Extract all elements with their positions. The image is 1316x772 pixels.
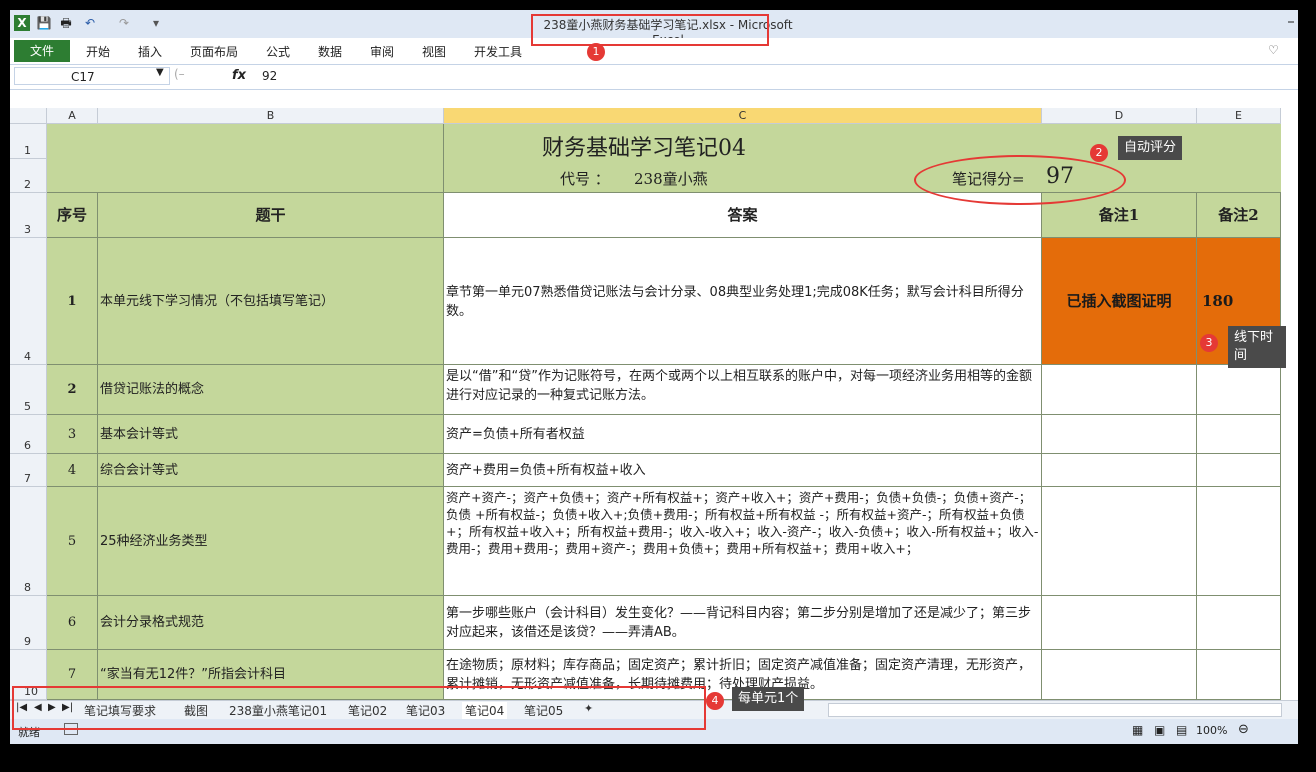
cell-question[interactable]: 基本会计等式 [98, 415, 444, 454]
cell-answer[interactable]: 是以“借”和“贷”作为记账符号，在两个或两个以上相互联系的账户中，对每一项经济业… [444, 365, 1042, 415]
cell-note1[interactable] [1042, 415, 1197, 454]
save-icon[interactable]: 💾 [36, 15, 52, 31]
row-header-1[interactable]: 1 [10, 124, 47, 159]
cell-answer[interactable]: 第一步哪些账户（会计科目）发生变化？——背记科目内容；第二步分别是增加了还是减少… [444, 596, 1042, 650]
row-header-9[interactable]: 9 [10, 596, 47, 650]
cell-question[interactable]: 本单元线下学习情况（不包括填写笔记） [98, 238, 444, 365]
tab-data[interactable]: 数据 [318, 43, 342, 60]
tab-insert[interactable]: 插入 [138, 43, 162, 60]
zoom-level[interactable]: 100% [1196, 724, 1227, 737]
cell-answer[interactable]: 资产=负债+所有者权益 [444, 415, 1042, 454]
row-header-6[interactable]: 6 [10, 415, 47, 454]
print-preview-icon[interactable]: 🖶 [58, 15, 74, 31]
annotation-badge-4: 4 [706, 692, 724, 710]
zoom-out-icon[interactable]: ⊖ [1238, 722, 1249, 737]
excel-logo-icon: X [14, 15, 30, 31]
function-cancel-icon[interactable]: (– [174, 67, 185, 81]
cell-note2[interactable] [1197, 454, 1281, 487]
name-box-dropdown-icon[interactable]: ▼ [156, 67, 164, 78]
tab-developer[interactable]: 开发工具 [474, 43, 522, 60]
tab-home[interactable]: 开始 [86, 43, 110, 60]
select-all-corner[interactable] [10, 108, 47, 124]
annotation-box-sheet-tabs [12, 686, 706, 730]
cell-note1[interactable] [1042, 650, 1197, 700]
cell-note1[interactable] [1042, 487, 1197, 596]
cell-no[interactable]: 6 [47, 596, 98, 650]
cell-note1[interactable] [1042, 365, 1197, 415]
cell-question[interactable]: 借贷记账法的概念 [98, 365, 444, 415]
annotation-tip-per-unit: 每单元1个 [732, 687, 805, 711]
formula-input[interactable]: 92 [262, 69, 277, 83]
code-value: 238童小燕 [634, 170, 708, 188]
tab-file[interactable]: 文件 [14, 40, 70, 62]
tab-page-layout[interactable]: 页面布局 [190, 43, 238, 60]
cell-answer[interactable]: 资产+资产-；资产+负债+；资产+所有权益+；资产+收入+；资产+费用-；负债+… [444, 487, 1042, 596]
column-header-d[interactable]: D [1042, 108, 1197, 124]
cell-no[interactable]: 2 [47, 365, 98, 415]
cell-a1-b2[interactable] [47, 124, 444, 193]
header-cell-question[interactable]: 题干 [98, 193, 444, 238]
row-header-5[interactable]: 5 [10, 365, 47, 415]
insert-function-icon[interactable]: fx [232, 68, 246, 83]
annotation-badge-3: 3 [1200, 334, 1218, 352]
cell-note2[interactable] [1197, 365, 1281, 415]
cell-answer[interactable]: 章节第一单元07熟悉借贷记账法与会计分录、08典型业务处理1;完成08K任务；默… [444, 238, 1042, 365]
page-layout-view-icon[interactable]: ▣ [1154, 723, 1165, 737]
annotation-badge-2: 2 [1090, 144, 1108, 162]
header-cell-note2[interactable]: 备注2 [1197, 193, 1281, 238]
minimize-button[interactable]: ⎯ [1288, 14, 1294, 29]
annotation-badge-1: 1 [587, 43, 605, 61]
cell-note2[interactable] [1197, 650, 1281, 700]
cell-note2[interactable] [1197, 415, 1281, 454]
cell-note2[interactable] [1197, 596, 1281, 650]
cell-answer[interactable]: 资产+费用=负债+所有权益+收入 [444, 454, 1042, 487]
excel-window: X 💾 🖶 ↶ ↷ ▾ 238童小燕财务基础学习笔记.xlsx - Micros… [10, 10, 1298, 744]
row-header-2[interactable]: 2 [10, 159, 47, 193]
cell-note1[interactable] [1042, 596, 1197, 650]
header-cell-no[interactable]: 序号 [47, 193, 98, 238]
cell-question[interactable]: 会计分录格式规范 [98, 596, 444, 650]
code-label: 代号 ： [560, 170, 610, 188]
cell-note1[interactable]: 已插入截图证明 [1042, 238, 1197, 365]
page-break-view-icon[interactable]: ▤ [1176, 723, 1187, 737]
annotation-tip-offline-time: 线下时间 [1228, 326, 1286, 368]
cell-no[interactable]: 1 [47, 238, 98, 365]
customize-toolbar-icon[interactable]: ▾ [148, 15, 164, 31]
row-header-7[interactable]: 7 [10, 454, 47, 487]
formula-bar: C17 ▼ (– fx 92 [10, 65, 1298, 90]
cell-note2[interactable] [1197, 487, 1281, 596]
row-header-8[interactable]: 8 [10, 487, 47, 596]
header-cell-answer[interactable]: 答案 [444, 193, 1042, 238]
cell-question[interactable]: 25种经济业务类型 [98, 487, 444, 596]
cell-no[interactable]: 5 [47, 487, 98, 596]
tab-view[interactable]: 视图 [422, 43, 446, 60]
row-header-4[interactable]: 4 [10, 238, 47, 365]
annotation-tip-auto-score: 自动评分 [1118, 136, 1183, 160]
horizontal-scrollbar[interactable] [828, 703, 1282, 717]
annotation-box-title [531, 14, 769, 46]
tab-review[interactable]: 审阅 [370, 43, 394, 60]
normal-view-icon[interactable]: ▦ [1132, 723, 1143, 737]
undo-icon[interactable]: ↶ [82, 15, 98, 31]
cell-no[interactable]: 4 [47, 454, 98, 487]
redo-icon[interactable]: ↷ [116, 15, 132, 31]
column-header-c[interactable]: C [444, 108, 1042, 124]
row-header-3[interactable]: 3 [10, 193, 47, 238]
cell-no[interactable]: 3 [47, 415, 98, 454]
sheet-title: 财务基础学习笔记04 [542, 136, 746, 161]
annotation-ellipse-score [914, 155, 1126, 205]
name-box[interactable]: C17 [14, 67, 170, 85]
tab-formulas[interactable]: 公式 [266, 43, 290, 60]
cell-question[interactable]: 综合会计等式 [98, 454, 444, 487]
cell-note1[interactable] [1042, 454, 1197, 487]
ribbon-minimize-icon[interactable]: ♡ [1268, 43, 1279, 57]
column-header-b[interactable]: B [98, 108, 444, 124]
column-header-e[interactable]: E [1197, 108, 1281, 124]
column-header-a[interactable]: A [47, 108, 98, 124]
